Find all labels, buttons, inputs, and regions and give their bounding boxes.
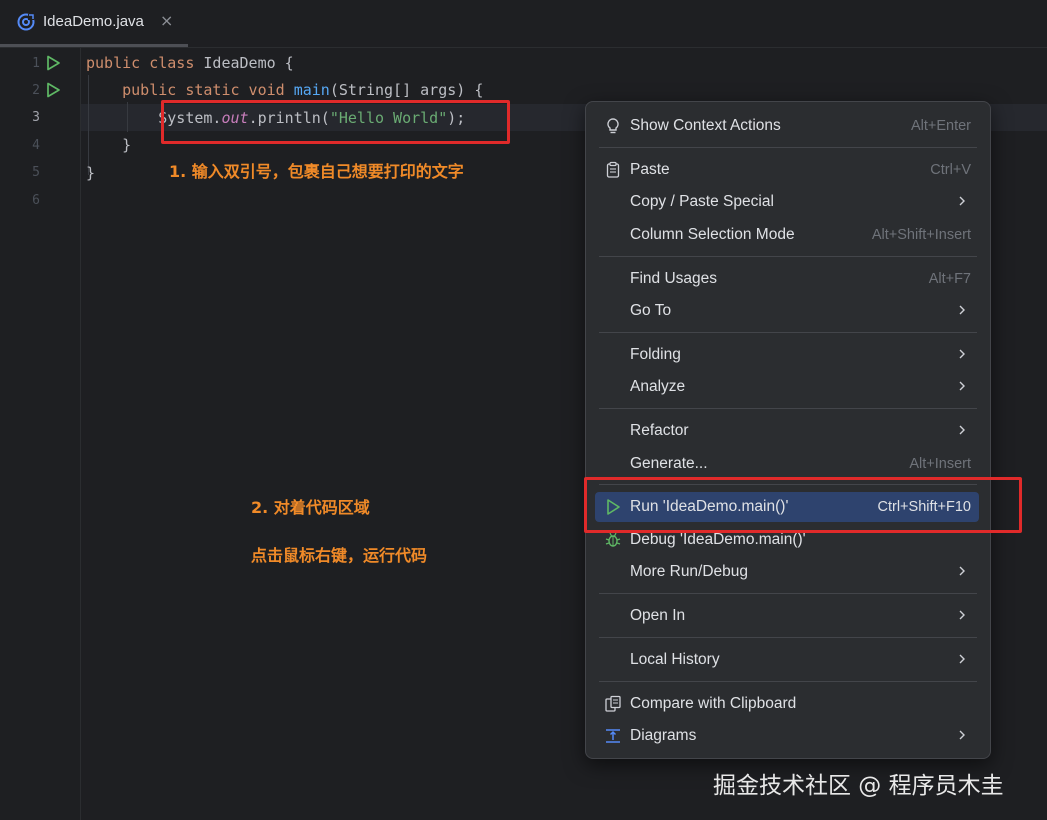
menu-separator <box>599 256 977 257</box>
debug-icon <box>605 532 621 547</box>
menu-item-go-to[interactable]: Go To <box>595 296 979 326</box>
code-highlight-box <box>161 100 510 144</box>
close-tab-icon[interactable]: × <box>160 11 173 30</box>
clipboard-icon <box>606 161 620 178</box>
diagram-icon <box>606 729 620 743</box>
menu-item-local-history[interactable]: Local History <box>595 645 979 675</box>
run-class-gutter-icon[interactable] <box>45 55 61 71</box>
active-tab-indicator <box>0 44 188 47</box>
line-number: 1 <box>32 56 40 71</box>
menu-separator <box>599 332 977 333</box>
menu-item-show-context-actions[interactable]: Show Context Actions Alt+Enter <box>595 111 979 141</box>
menu-item-refactor[interactable]: Refactor <box>595 416 979 446</box>
compare-icon <box>605 695 621 712</box>
editor-context-menu: Show Context Actions Alt+Enter Paste Ctr… <box>585 101 991 759</box>
menu-item-paste[interactable]: Paste Ctrl+V <box>595 155 979 185</box>
chevron-right-icon <box>959 349 965 359</box>
chevron-right-icon <box>959 654 965 664</box>
line-number: 2 <box>32 83 40 98</box>
tab-label: IdeaDemo.java <box>43 13 144 30</box>
java-class-icon <box>17 13 35 31</box>
annotation-step-2: 2. 对着代码区域 <box>251 498 370 517</box>
code-line-1[interactable]: public class IdeaDemo { <box>86 54 294 72</box>
editor-gutter <box>0 48 81 820</box>
annotation-step-2-detail: 点击鼠标右键，运行代码 <box>251 546 428 565</box>
menu-item-find-usages[interactable]: Find Usages Alt+F7 <box>595 264 979 294</box>
chevron-right-icon <box>959 730 965 740</box>
menu-item-open-in[interactable]: Open In <box>595 601 979 631</box>
editor-tab-bar: IdeaDemo.java × <box>0 0 1047 48</box>
menu-separator <box>599 593 977 594</box>
menu-item-more-run-debug[interactable]: More Run/Debug <box>595 557 979 587</box>
menu-separator <box>599 637 977 638</box>
line-number: 6 <box>32 193 40 208</box>
menu-separator <box>599 147 977 148</box>
menu-item-copy-paste-special[interactable]: Copy / Paste Special <box>595 187 979 217</box>
line-number: 5 <box>32 165 40 180</box>
code-line-5[interactable]: } <box>86 164 95 182</box>
lightbulb-icon <box>607 118 619 134</box>
annotation-step-1: 1. 输入双引号，包裹自己想要打印的文字 <box>169 162 464 181</box>
chevron-right-icon <box>959 381 965 391</box>
watermark: 掘金技术社区 @ 程序员木圭 <box>713 773 1004 799</box>
menu-item-column-selection-mode[interactable]: Column Selection Mode Alt+Shift+Insert <box>595 220 979 250</box>
line-number: 4 <box>32 138 40 153</box>
tab-ideademo-java[interactable]: IdeaDemo.java × <box>0 0 188 47</box>
code-line-4[interactable]: } <box>86 136 131 154</box>
line-number-active: 3 <box>32 110 40 125</box>
menu-item-analyze[interactable]: Analyze <box>595 372 979 402</box>
chevron-right-icon <box>959 425 965 435</box>
menu-item-diagrams[interactable]: Diagrams <box>595 721 979 751</box>
menu-separator <box>599 408 977 409</box>
chevron-right-icon <box>959 566 965 576</box>
chevron-right-icon <box>959 610 965 620</box>
chevron-right-icon <box>959 305 965 315</box>
menu-separator <box>599 681 977 682</box>
code-line-2[interactable]: public static void main(String[] args) { <box>86 81 483 99</box>
chevron-right-icon <box>959 196 965 206</box>
menu-item-folding[interactable]: Folding <box>595 340 979 370</box>
run-item-highlight-box <box>584 477 1022 533</box>
run-main-gutter-icon[interactable] <box>45 82 61 98</box>
menu-item-compare-with-clipboard[interactable]: Compare with Clipboard <box>595 689 979 719</box>
menu-item-generate[interactable]: Generate... Alt+Insert <box>595 449 979 479</box>
